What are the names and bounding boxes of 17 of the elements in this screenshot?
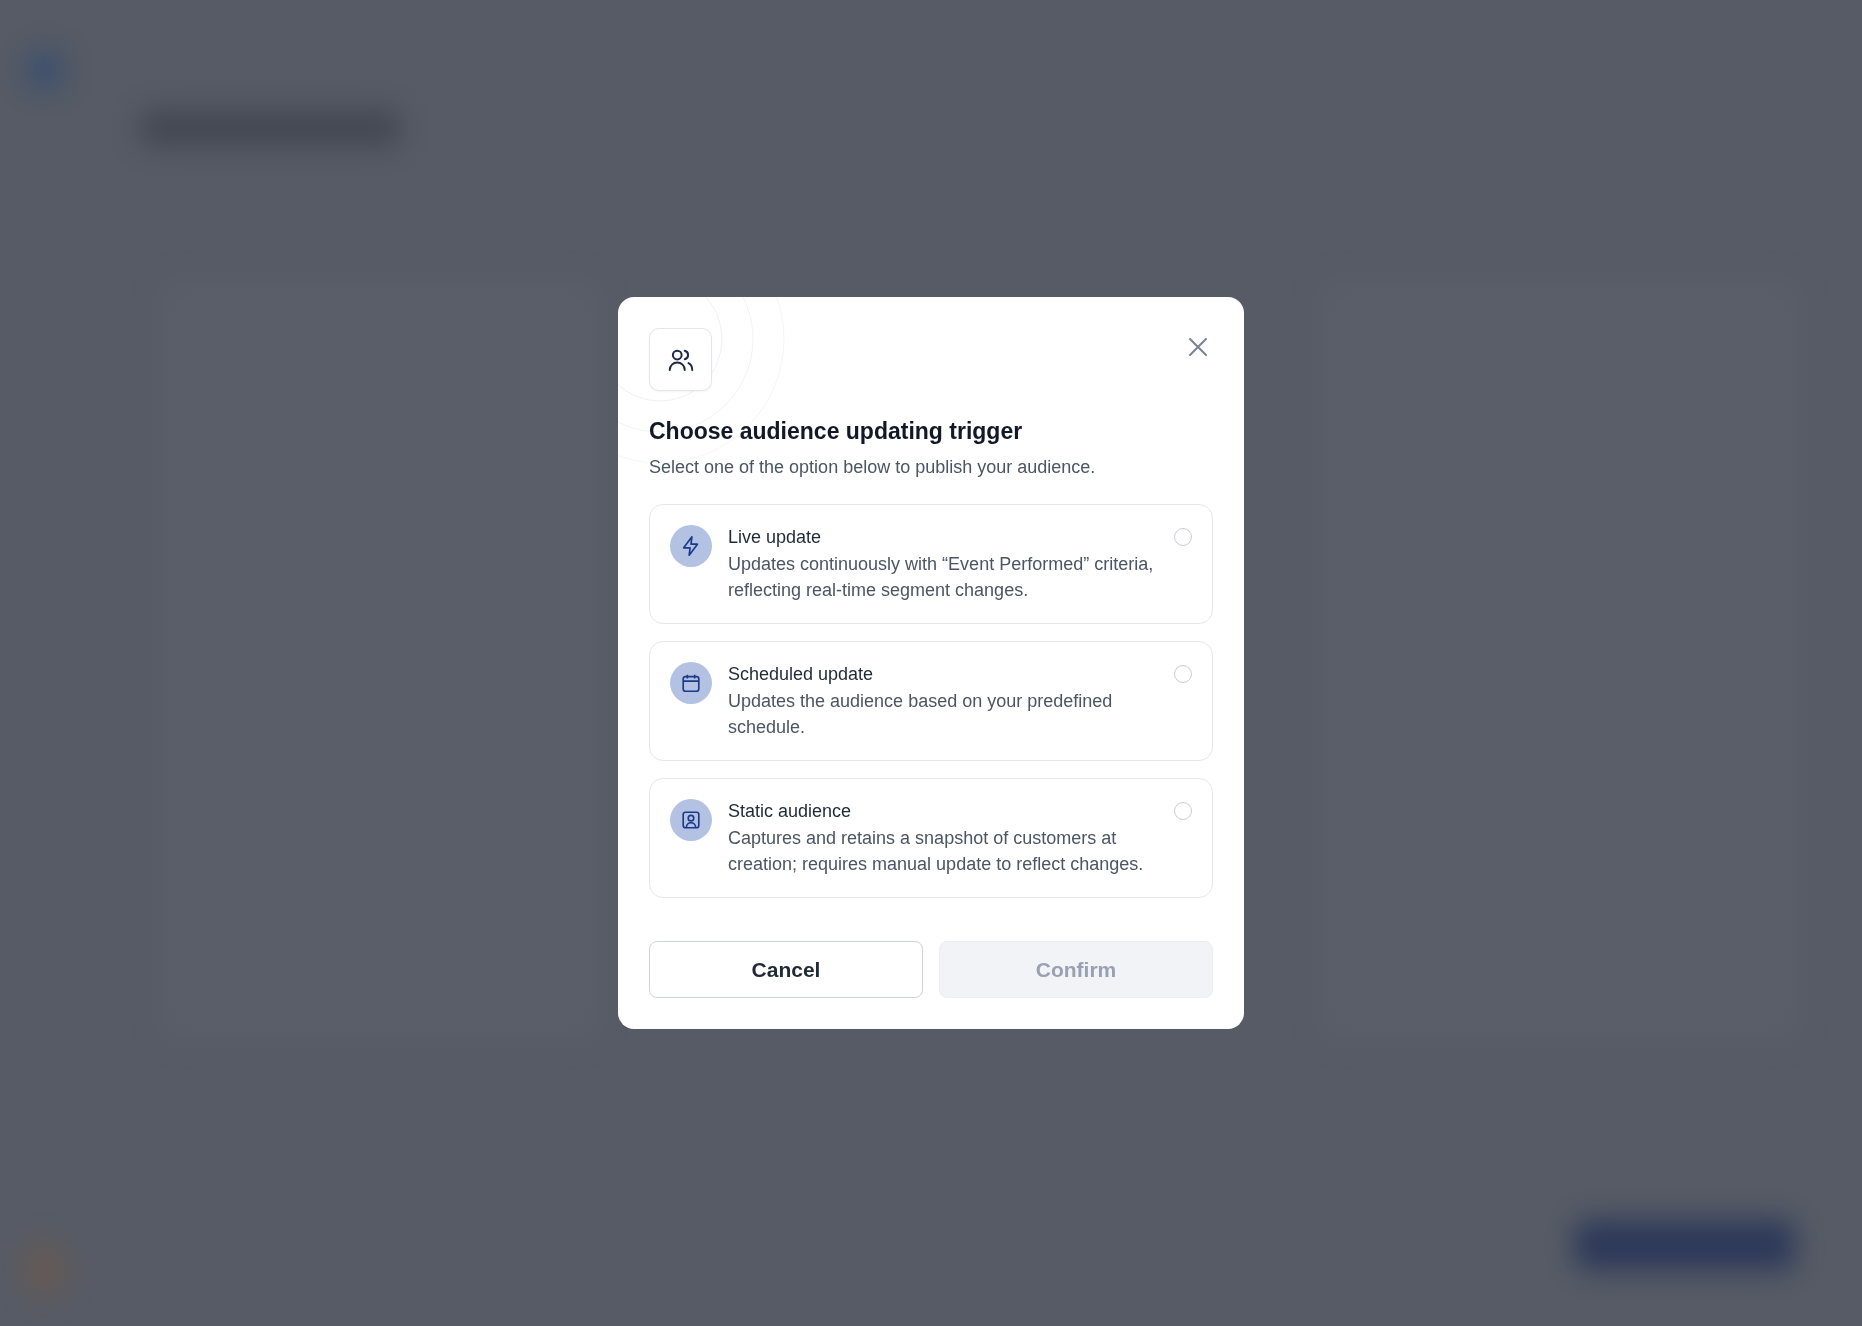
- close-icon: [1187, 336, 1209, 358]
- lightning-icon: [670, 525, 712, 567]
- option-description: Captures and retains a snapshot of customers at creation; requires manual update to reflect changes.: [728, 827, 1145, 876]
- option-card[interactable]: Static audience Captures and retains a snapshot of customers at creation; requires manual update to reflect changes.: [649, 778, 1213, 898]
- calendar-icon: [670, 662, 712, 704]
- option-card[interactable]: Scheduled update Updates the audience based on your predefined schedule.: [649, 641, 1213, 761]
- person-icon: [670, 799, 712, 841]
- option-title: Static audience: [728, 801, 853, 822]
- cancel-button[interactable]: Cancel: [649, 941, 923, 998]
- option-card[interactable]: Live update Updates continuously with “Event Performed” criteria, reflecting real-time segment changes.: [649, 504, 1213, 624]
- dialog-subtitle: Select one of the option below to publish your audience.: [649, 457, 1097, 478]
- option-title: Scheduled update: [728, 664, 875, 685]
- dialog-title: Choose audience updating trigger: [649, 418, 1024, 445]
- people-icon: [649, 328, 712, 391]
- option-description: Updates the audience based on your predefined schedule.: [728, 690, 1114, 739]
- option-description: Updates continuously with “Event Performed” criteria, reflecting real-time segment changes.: [728, 553, 1155, 602]
- option-title: Live update: [728, 527, 823, 548]
